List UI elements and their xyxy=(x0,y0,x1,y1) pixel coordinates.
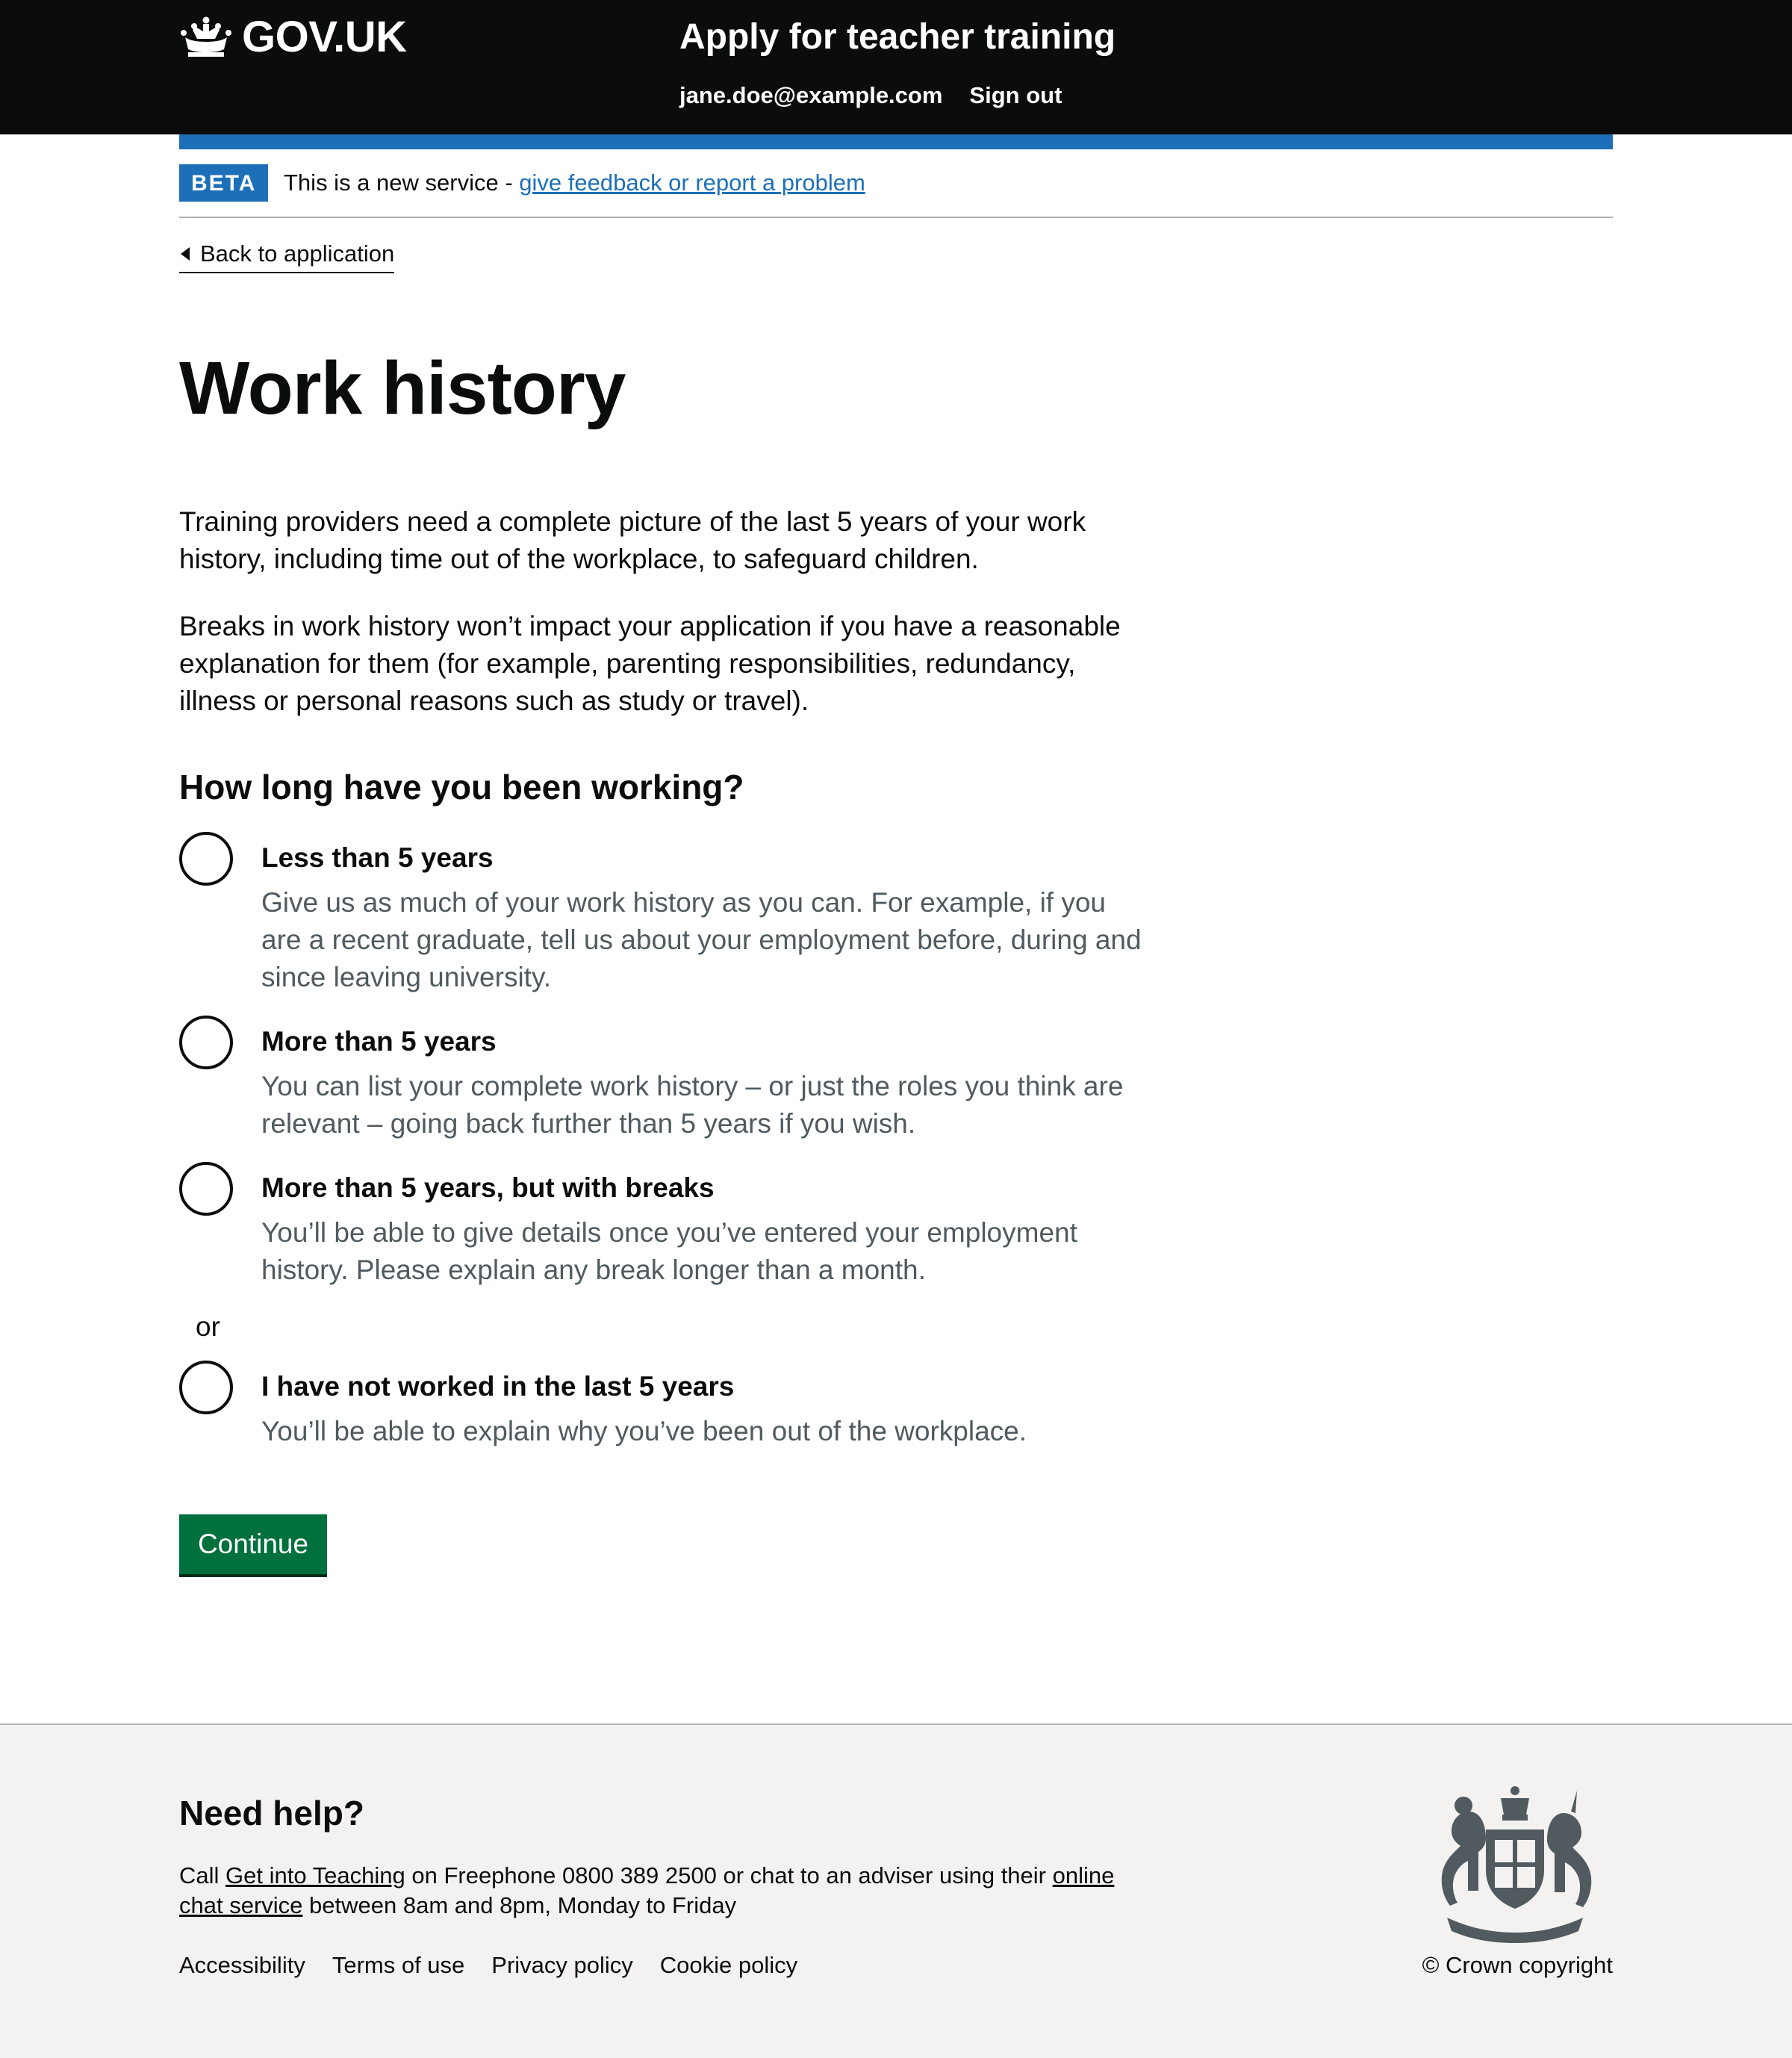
feedback-link[interactable]: give feedback or report a problem xyxy=(519,170,865,196)
service-name-link[interactable]: Apply for teacher training xyxy=(679,13,1116,61)
question-heading: How long have you been working? xyxy=(179,768,744,806)
logo-text: GOV.UK xyxy=(242,13,407,61)
radio-hint: Give us as much of your work history as … xyxy=(261,887,1142,992)
radio-label[interactable]: More than 5 years, but with breaks xyxy=(261,1169,715,1207)
intro-paragraph-2: Breaks in work history won’t impact your… xyxy=(179,611,1121,716)
crown-copyright-link[interactable]: © Crown copyright xyxy=(1422,1950,1613,1980)
radio-hint: You’ll be able to explain why you’ve bee… xyxy=(261,1416,1027,1446)
site-header: GOV.UK Apply for teacher training jane.d… xyxy=(0,0,1792,134)
header-blue-bar xyxy=(179,134,1613,149)
help-mid-text: on Freephone 0800 389 2500 or chat to an… xyxy=(405,1862,1053,1888)
phase-banner-text: This is a new service - give feedback or… xyxy=(284,164,865,202)
sign-out-link[interactable]: Sign out xyxy=(969,81,1062,111)
radio-divider: or xyxy=(196,1311,220,1342)
royal-coat-of-arms-icon xyxy=(1441,1786,1592,1943)
radio-label[interactable]: I have not worked in the last 5 years xyxy=(261,1368,734,1405)
radio-label[interactable]: More than 5 years xyxy=(261,1023,497,1060)
need-help-heading: Need help? xyxy=(179,1794,364,1832)
radio-hint: You can list your complete work history … xyxy=(261,1071,1124,1139)
help-end-text: between 8am and 8pm, Monday to Friday xyxy=(302,1892,737,1918)
govuk-logo-link[interactable]: GOV.UK xyxy=(179,13,407,61)
back-arrow-icon xyxy=(181,247,190,261)
page-title: Work history xyxy=(179,346,626,430)
beta-tag: BETA xyxy=(179,164,269,202)
intro-paragraph-1: Training providers need a complete pictu… xyxy=(179,506,1086,574)
cookie-policy-link[interactable]: Cookie policy xyxy=(660,1950,797,1980)
privacy-policy-link[interactable]: Privacy policy xyxy=(491,1950,633,1980)
terms-of-use-link[interactable]: Terms of use xyxy=(332,1950,464,1980)
site-footer: Need help? Call Get into Teaching on Fre… xyxy=(0,1723,1792,2058)
help-call-text: Call xyxy=(179,1862,226,1888)
radio-button[interactable] xyxy=(179,832,233,886)
back-to-application-link[interactable]: Back to application xyxy=(179,237,395,273)
radio-label[interactable]: Less than 5 years xyxy=(261,839,494,877)
radio-button[interactable] xyxy=(179,1162,233,1216)
user-email-link[interactable]: jane.doe@example.com xyxy=(679,81,942,111)
crown-icon xyxy=(181,16,231,57)
radio-button[interactable] xyxy=(179,1361,233,1414)
accessibility-link[interactable]: Accessibility xyxy=(179,1950,305,1980)
phase-banner-message: This is a new service - xyxy=(284,170,520,196)
radio-button[interactable] xyxy=(179,1016,233,1069)
phase-banner: BETA This is a new service - give feedba… xyxy=(179,149,1613,218)
get-into-teaching-link[interactable]: Get into Teaching xyxy=(225,1862,405,1888)
header-nav: jane.doe@example.com Sign out xyxy=(679,81,1062,111)
radio-hint: You’ll be able to give details once you’… xyxy=(261,1217,1077,1285)
footer-links: Accessibility Terms of use Privacy polic… xyxy=(179,1950,797,1980)
back-link-label: Back to application xyxy=(200,240,395,267)
help-text: Call Get into Teaching on Freephone 0800… xyxy=(179,1861,1142,1921)
continue-button[interactable]: Continue xyxy=(179,1514,327,1574)
